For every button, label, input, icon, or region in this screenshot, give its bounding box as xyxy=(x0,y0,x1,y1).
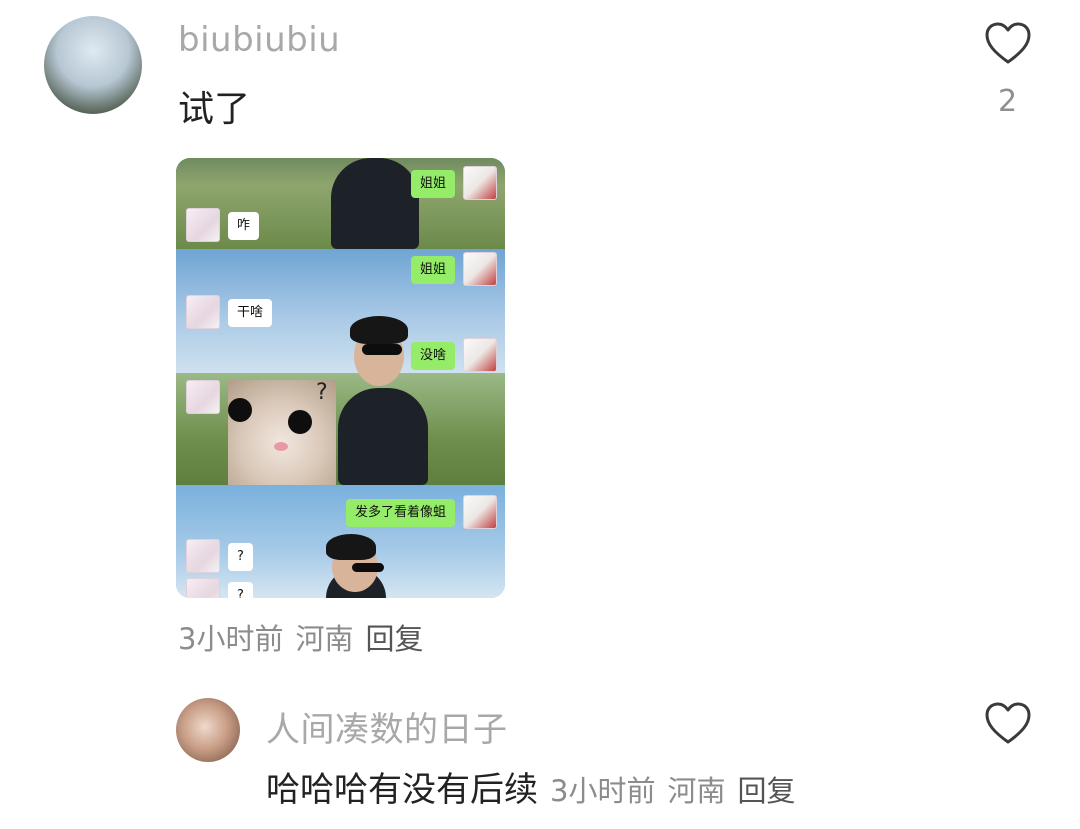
cat-image: ? xyxy=(228,380,336,485)
chat-bubble: ? xyxy=(228,543,253,571)
reply-avatar[interactable] xyxy=(176,698,240,762)
reply-text: 哈哈哈有没有后续 xyxy=(266,770,538,810)
chat-avatar xyxy=(186,380,220,414)
reply-content: 哈哈哈有没有后续 3小时前 河南 回复 xyxy=(266,762,795,811)
chat-bubble: 发多了看着像蛆 xyxy=(345,499,455,527)
man-figure xyxy=(331,158,419,249)
reply-button[interactable]: 回复 xyxy=(737,774,795,808)
comment-username[interactable]: biubiubiu xyxy=(178,20,340,60)
like-count: 2 xyxy=(998,84,1018,119)
comment-meta: 3小时前 河南 回复 xyxy=(178,616,435,658)
cat-eye xyxy=(228,398,252,422)
cat-nose xyxy=(274,442,288,451)
chat-bubble: 姐姐 xyxy=(410,170,455,198)
comment-thread: biubiubiu 试了 2 ? 姐姐 咋 姐姐 干啥 没啥 发多了看着像蛆 ?… xyxy=(0,0,1080,829)
reply-username[interactable]: 人间凑数的日子 xyxy=(266,702,508,751)
chat-avatar xyxy=(186,208,220,242)
heart-icon[interactable] xyxy=(984,702,1032,746)
avatar[interactable] xyxy=(44,16,142,114)
cat-question-mark: ? xyxy=(316,380,328,405)
chat-avatar xyxy=(186,578,220,598)
chat-bubble: 咋 xyxy=(228,212,260,240)
man-figure xyxy=(338,388,428,485)
comment-location: 河南 xyxy=(295,622,354,656)
chat-bubble: 姐姐 xyxy=(410,256,455,284)
comment-text: 试了 xyxy=(178,89,251,130)
chat-avatar xyxy=(463,252,497,286)
chat-bubble: ? xyxy=(228,582,253,598)
man-hair xyxy=(326,534,376,560)
chat-avatar xyxy=(463,338,497,372)
sunglasses xyxy=(352,563,384,572)
reply-button[interactable]: 回复 xyxy=(365,622,423,656)
chat-avatar xyxy=(186,539,220,573)
comment-time: 3小时前 xyxy=(178,622,284,656)
heart-icon[interactable] xyxy=(984,22,1032,66)
cat-eye xyxy=(288,410,312,434)
comment-image[interactable]: ? 姐姐 咋 姐姐 干啥 没啥 发多了看着像蛆 ? ? xyxy=(176,158,505,598)
reply-location: 河南 xyxy=(667,774,726,808)
sunglasses xyxy=(362,344,402,355)
chat-avatar xyxy=(463,495,497,529)
man-hair xyxy=(350,316,408,344)
chat-avatar xyxy=(186,295,220,329)
chat-bubble: 没啥 xyxy=(410,342,455,370)
chat-bubble: 干啥 xyxy=(228,299,273,327)
chat-avatar xyxy=(463,166,497,200)
meme-panel xyxy=(176,249,505,373)
reply-time: 3小时前 xyxy=(550,774,656,808)
